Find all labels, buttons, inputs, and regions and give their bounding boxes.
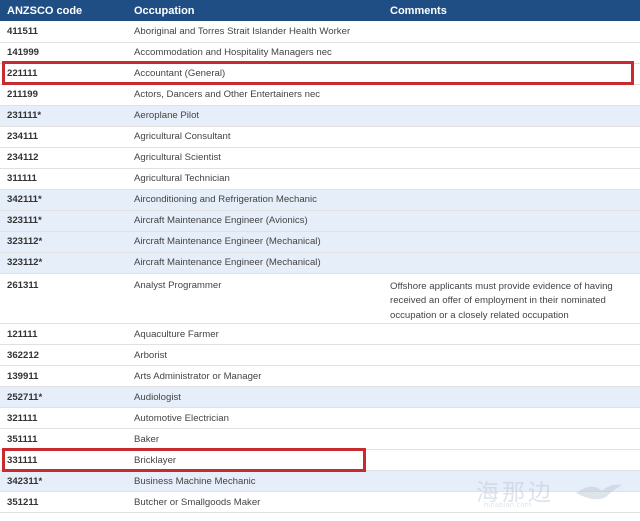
cell-comments: [383, 344, 640, 366]
cell-comments: [383, 428, 640, 450]
cell-occupation: Accountant (General): [127, 63, 383, 85]
cell-code: 323112*: [0, 231, 127, 253]
cell-comments: [383, 21, 640, 43]
cell-occupation: Aboriginal and Torres Strait Islander He…: [127, 21, 383, 43]
cell-occupation: Analyst Programmer: [127, 273, 383, 324]
cell-comments: [383, 386, 640, 408]
cell-code: 252711*: [0, 386, 127, 408]
header-occupation: Occupation: [127, 0, 383, 21]
cell-comments: [383, 63, 640, 85]
cell-occupation: Bricklayer: [127, 449, 383, 471]
table-row: 411511 Aboriginal and Torres Strait Islan…: [0, 21, 640, 43]
cell-occupation: Butcher or Smallgoods Maker: [127, 491, 383, 513]
cell-comments: [383, 147, 640, 169]
cell-comments: [383, 105, 640, 127]
watermark: 海那边 hinabian.com: [476, 473, 626, 513]
table-row: 362212 Arborist: [0, 344, 640, 366]
cell-code: 311111: [0, 168, 127, 190]
table-row: 323112* Aircraft Maintenance Engineer (Me…: [0, 252, 640, 274]
cell-code: 321111: [0, 407, 127, 429]
table-row: 139911 Arts Administrator or Manager: [0, 365, 640, 387]
table-row: 211199 Actors, Dancers and Other Entertai…: [0, 84, 640, 106]
cell-occupation: Agricultural Scientist: [127, 147, 383, 169]
cell-code: 221111: [0, 63, 127, 85]
cell-comments: [383, 168, 640, 190]
cell-code: 411511: [0, 21, 127, 43]
header-comments: Comments: [383, 0, 640, 21]
cell-occupation: Aircraft Maintenance Engineer (Avionics): [127, 210, 383, 232]
cell-code: 362212: [0, 344, 127, 366]
cell-occupation: Aeroplane Pilot: [127, 105, 383, 127]
cell-occupation: Business Machine Mechanic: [127, 470, 383, 492]
cell-comments: [383, 407, 640, 429]
cell-comments: [383, 210, 640, 232]
table-row: 234111 Agricultural Consultant: [0, 126, 640, 148]
cell-code: 234111: [0, 126, 127, 148]
table-row: 331111 Bricklayer: [0, 449, 640, 471]
cell-comments: [383, 323, 640, 345]
table-row: 321111 Automotive Electrician: [0, 407, 640, 429]
cell-occupation: Arborist: [127, 344, 383, 366]
header-code: ANZSCO code: [0, 0, 127, 21]
cell-occupation: Accommodation and Hospitality Managers n…: [127, 42, 383, 64]
cell-occupation: Agricultural Consultant: [127, 126, 383, 148]
cell-code: 261311: [0, 273, 127, 324]
cell-occupation: Baker: [127, 428, 383, 450]
cell-code: 141999: [0, 42, 127, 64]
cell-code: 139911: [0, 365, 127, 387]
cell-occupation: Aircraft Maintenance Engineer (Mechanica…: [127, 252, 383, 274]
bird-logo-icon: [576, 484, 622, 500]
cell-comments: [383, 252, 640, 274]
cell-code: 351111: [0, 428, 127, 450]
table-row: 323112* Aircraft Maintenance Engineer (Me…: [0, 231, 640, 253]
cell-comments: [383, 365, 640, 387]
watermark-subtext: hinabian.com: [484, 501, 532, 509]
table-header-row: ANZSCO code Occupation Comments: [0, 0, 640, 21]
cell-occupation: Agricultural Technician: [127, 168, 383, 190]
cell-comments: Offshore applicants must provide evidenc…: [383, 273, 640, 324]
cell-occupation: Actors, Dancers and Other Entertainers n…: [127, 84, 383, 106]
cell-comments: [383, 231, 640, 253]
table-row: 261311 Analyst Programmer Offshore applica…: [0, 273, 640, 324]
cell-code: 121111: [0, 323, 127, 345]
table-row: 342111* Airconditioning and Refrigeration…: [0, 189, 640, 211]
cell-occupation: Aircraft Maintenance Engineer (Mechanica…: [127, 231, 383, 253]
table-row: 323111* Aircraft Maintenance Engineer (Av…: [0, 210, 640, 232]
table-row: 141999 Accommodation and Hospitality Mana…: [0, 42, 640, 64]
cell-code: 323112*: [0, 252, 127, 274]
cell-code: 211199: [0, 84, 127, 106]
cell-code: 323111*: [0, 210, 127, 232]
cell-code: 231111*: [0, 105, 127, 127]
table-row: 234112 Agricultural Scientist: [0, 147, 640, 169]
cell-comments: [383, 189, 640, 211]
cell-occupation: Audiologist: [127, 386, 383, 408]
table-row: 252711* Audiologist: [0, 386, 640, 408]
cell-comments: [383, 42, 640, 64]
table-row: 221111 Accountant (General): [0, 63, 640, 85]
cell-code: 351211: [0, 491, 127, 513]
cell-code: 342311*: [0, 470, 127, 492]
table-row: 231111* Aeroplane Pilot: [0, 105, 640, 127]
occupation-table: ANZSCO code Occupation Comments 411511 Ab…: [0, 0, 640, 513]
cell-comments: [383, 126, 640, 148]
table-row: 121111 Aquaculture Farmer: [0, 323, 640, 345]
cell-code: 234112: [0, 147, 127, 169]
cell-occupation: Arts Administrator or Manager: [127, 365, 383, 387]
cell-comments: [383, 84, 640, 106]
cell-code: 342111*: [0, 189, 127, 211]
table-row: 351111 Baker: [0, 428, 640, 450]
cell-occupation: Automotive Electrician: [127, 407, 383, 429]
cell-comments: [383, 449, 640, 471]
cell-code: 331111: [0, 449, 127, 471]
table-row: 311111 Agricultural Technician: [0, 168, 640, 190]
cell-occupation: Airconditioning and Refrigeration Mechan…: [127, 189, 383, 211]
cell-occupation: Aquaculture Farmer: [127, 323, 383, 345]
